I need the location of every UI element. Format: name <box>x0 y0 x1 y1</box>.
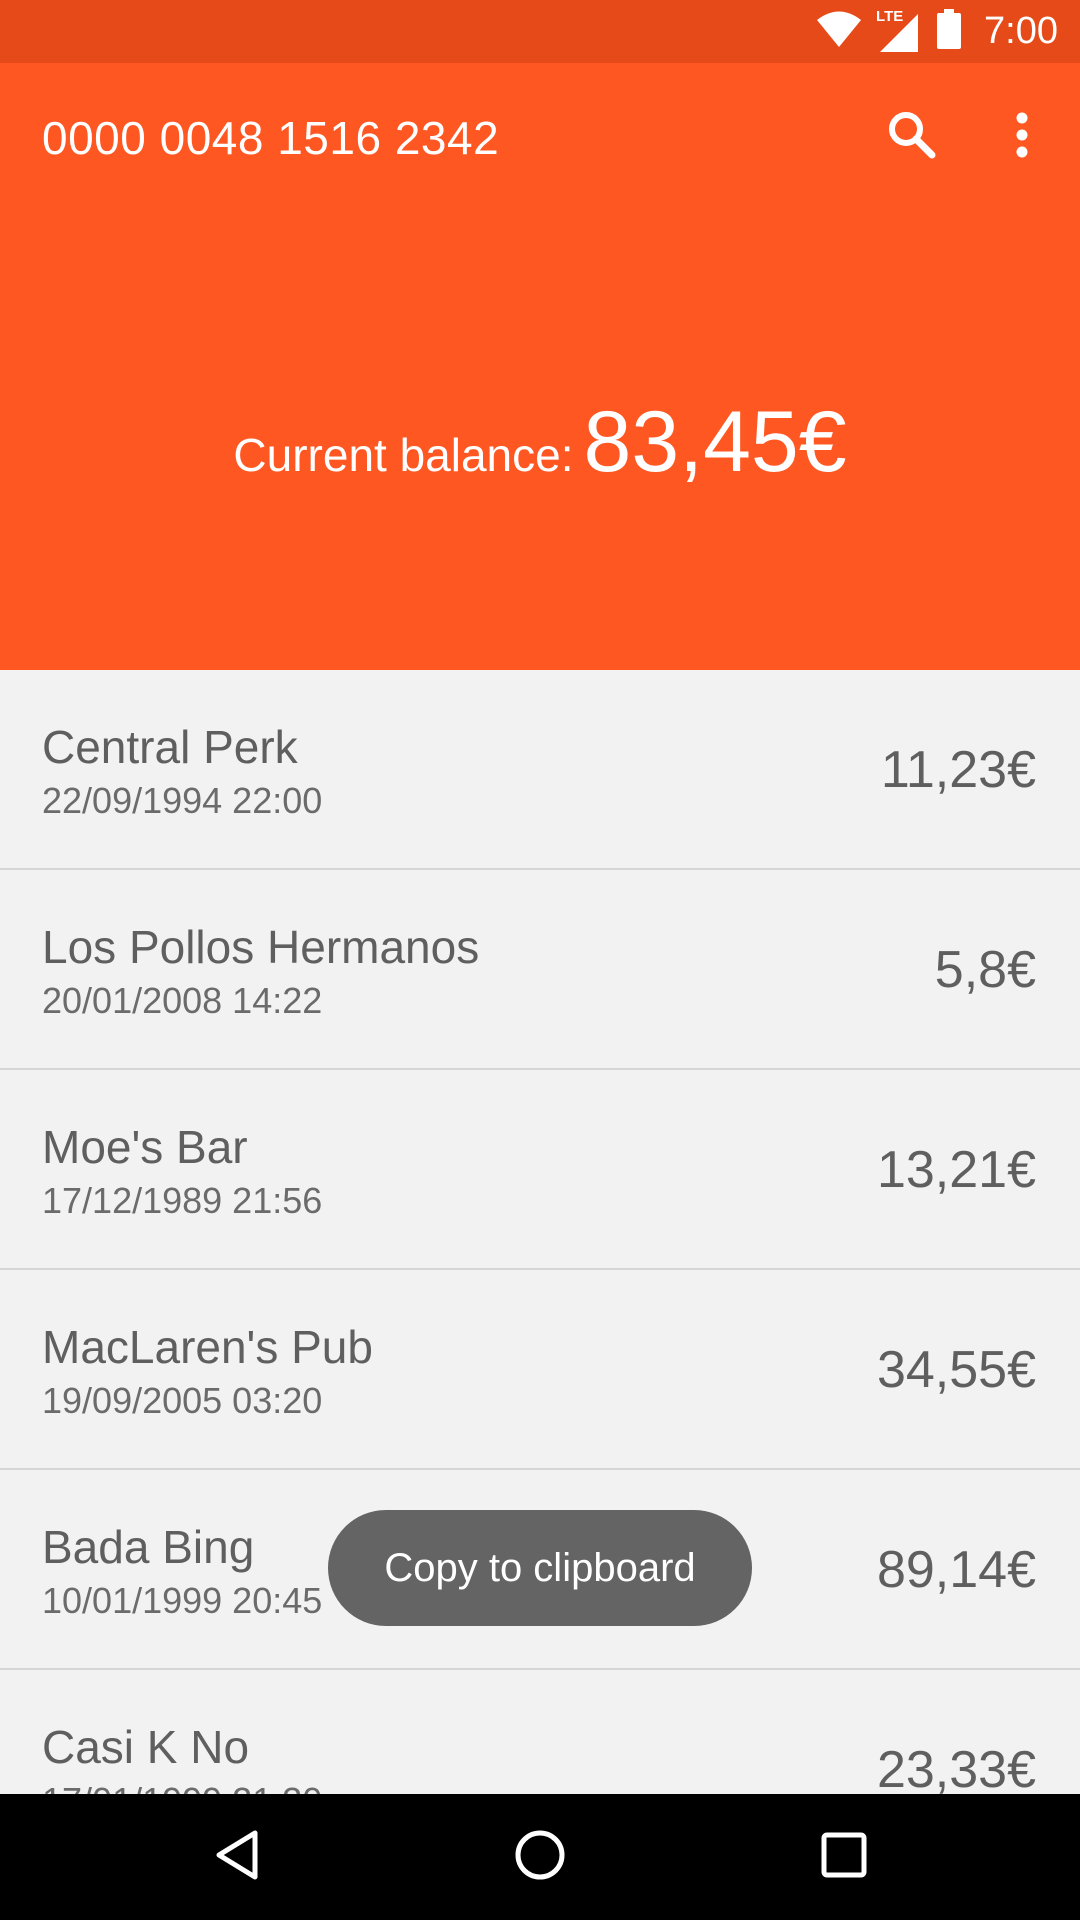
transaction-date: 17/01/1999 21:30 <box>42 1780 322 1794</box>
battery-icon <box>936 9 962 54</box>
card-number-title: 0000 0048 1516 2342 <box>42 112 500 164</box>
more-options-button[interactable] <box>990 105 1054 169</box>
transaction-name: MacLaren's Pub <box>42 1321 373 1373</box>
transaction-date: 20/01/2008 14:22 <box>42 980 323 1021</box>
more-vert-icon <box>1015 111 1029 164</box>
balance-value: 83,45€ <box>583 394 847 490</box>
status-time: 7:00 <box>984 10 1058 52</box>
transaction-row[interactable]: Moe's Bar 17/12/1989 21:56 13,21€ <box>0 1070 1080 1270</box>
home-button[interactable] <box>498 1815 582 1899</box>
transaction-row[interactable]: MacLaren's Pub 19/09/2005 03:20 34,55€ <box>0 1270 1080 1470</box>
transaction-date: 17/12/1989 21:56 <box>42 1180 323 1221</box>
network-type-label: LTE <box>876 7 904 25</box>
search-icon <box>886 109 938 166</box>
recents-icon <box>819 1830 869 1885</box>
transaction-amount: 23,33€ <box>876 1741 1036 1794</box>
back-button[interactable] <box>194 1815 278 1899</box>
transaction-name: Moe's Bar <box>42 1121 248 1173</box>
transaction-name: Los Pollos Hermanos <box>42 921 480 973</box>
transaction-amount: 11,23€ <box>880 741 1036 799</box>
transaction-row[interactable]: Casi K No 17/01/1999 21:30 23,33€ <box>0 1670 1080 1794</box>
transaction-name: Central Perk <box>42 721 298 773</box>
transaction-row[interactable]: Los Pollos Hermanos 20/01/2008 14:22 5,8… <box>0 870 1080 1070</box>
toast-message: Copy to clipboard <box>328 1510 752 1626</box>
transaction-amount: 13,21€ <box>876 1141 1036 1199</box>
status-bar: LTE 7:00 <box>0 0 1080 63</box>
transaction-amount: 5,8€ <box>934 941 1036 999</box>
wifi-icon <box>816 9 862 54</box>
transaction-amount: 89,14€ <box>876 1541 1036 1599</box>
cell-signal-icon: LTE <box>876 7 922 54</box>
transaction-name: Bada Bing <box>42 1521 255 1573</box>
balance-label: Current balance: <box>233 429 574 481</box>
transaction-row[interactable]: Central Perk 22/09/1994 22:00 11,23€ <box>0 670 1080 870</box>
navigation-bar <box>0 1794 1080 1920</box>
transaction-name: Casi K No <box>42 1721 250 1773</box>
transaction-amount: 34,55€ <box>876 1341 1036 1399</box>
recents-button[interactable] <box>802 1815 886 1899</box>
home-icon <box>512 1827 568 1888</box>
app-bar: 0000 0048 1516 2342 Current balance: 83,4… <box>0 63 1080 670</box>
balance-row: Current balance: 83,45€ <box>0 393 1080 492</box>
back-icon <box>211 1827 261 1888</box>
transaction-date: 22/09/1994 22:00 <box>42 780 323 821</box>
status-icons: LTE 7:00 <box>816 0 1058 63</box>
search-button[interactable] <box>880 105 944 169</box>
transaction-date: 19/09/2005 03:20 <box>42 1380 323 1421</box>
transaction-date: 10/01/1999 20:45 <box>42 1580 323 1621</box>
